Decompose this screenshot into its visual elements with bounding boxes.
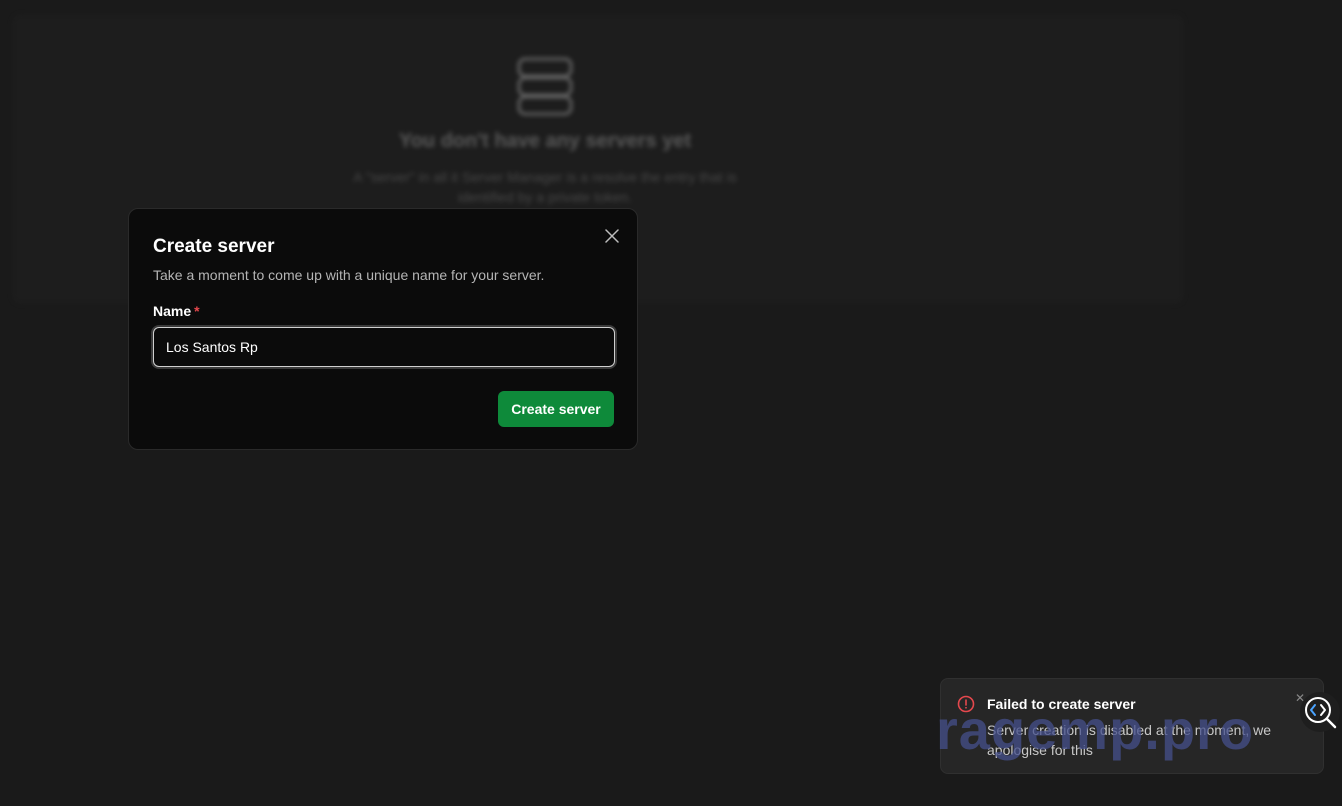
alert-circle-icon: [957, 695, 975, 713]
empty-state-description: A "server" in all it Server Manager is a…: [353, 169, 737, 205]
server-stack-icon: [516, 56, 574, 116]
create-server-dialog: Create server Take a moment to come up w…: [128, 208, 638, 450]
required-marker: *: [194, 303, 200, 319]
code-search-icon: [1305, 697, 1337, 729]
error-toast: Failed to create server Server creation …: [940, 678, 1324, 774]
empty-state: You don't have any servers yet A "server…: [330, 56, 760, 207]
server-name-input[interactable]: [153, 327, 615, 367]
dialog-title: Create server: [153, 236, 275, 257]
inspect-button[interactable]: [1300, 692, 1340, 732]
close-button[interactable]: [601, 225, 623, 247]
close-icon: [605, 229, 619, 243]
empty-state-title: You don't have any servers yet: [398, 130, 692, 152]
page: You don't have any servers yet A "server…: [0, 0, 1342, 806]
name-label-text: Name: [153, 303, 192, 319]
create-server-button[interactable]: Create server: [498, 391, 614, 427]
toast-title: Failed to create server: [987, 696, 1136, 712]
name-field-label: Name *: [153, 303, 200, 319]
toast-description: Server creation is disabled at the momen…: [987, 722, 1272, 758]
dialog-subtitle: Take a moment to come up with a unique n…: [153, 267, 545, 283]
